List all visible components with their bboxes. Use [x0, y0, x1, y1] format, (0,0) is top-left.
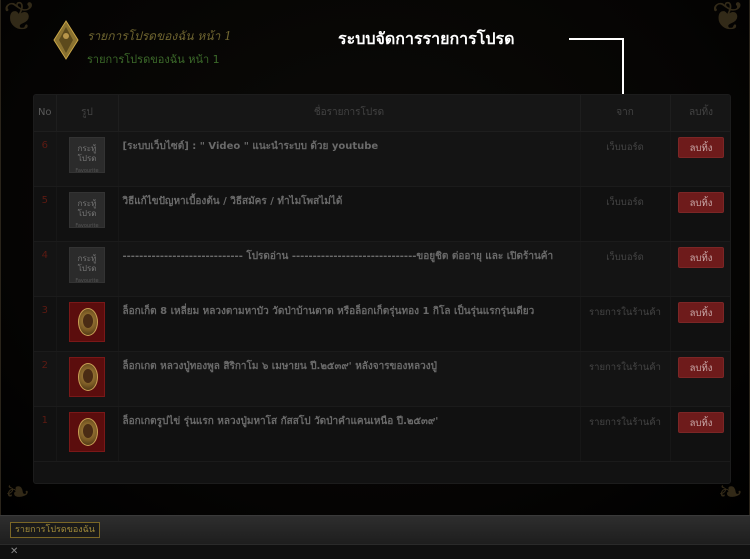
- column-header-name: ชื่อรายการโปรด: [118, 95, 581, 132]
- row-number: 3: [34, 296, 57, 352]
- row-picture: กระทู้โปรดFavourite Topic: [56, 131, 119, 187]
- row-picture: [56, 351, 119, 407]
- amulet-logo-icon: [53, 20, 79, 60]
- row-source: รายการในร้านค้า: [580, 296, 671, 352]
- row-action: ลบทิ้ง: [670, 406, 730, 462]
- table-row: 2 ล็อกเกต หลวงปู่ทองพูล สิริกาโม ๖ เมษาย…: [34, 351, 730, 407]
- row-action: ลบทิ้ง: [670, 296, 730, 352]
- row-title-link[interactable]: วิธีแก้ไขปัญหาเบื้องต้น / วิธีสมัคร / ทำ…: [118, 186, 581, 242]
- favorite-topic-thumbnail[interactable]: กระทู้โปรดFavourite Topic: [69, 246, 105, 283]
- row-title-link[interactable]: [ระบบเว็บไซต์] : " Video " แนะนำระบบ ด้ว…: [118, 131, 581, 187]
- table-row: 3 ล็อกเก็ต 8 เหลี่ยม หลวงตามหาบัว วัดป่า…: [34, 296, 730, 352]
- delete-button[interactable]: ลบทิ้ง: [678, 136, 724, 158]
- annotation-line: [622, 38, 624, 100]
- row-number: 6: [34, 131, 57, 187]
- amulet-thumbnail[interactable]: [69, 356, 105, 397]
- row-picture: กระทู้โปรดFavourite Topic: [56, 241, 119, 297]
- row-source: เว็บบอร์ด: [580, 131, 671, 187]
- close-icon[interactable]: ✕: [10, 546, 18, 557]
- favorites-panel: No รูป ชื่อรายการโปรด จาก ลบทิ้ง 6 กระทู…: [33, 94, 731, 484]
- row-picture: [56, 296, 119, 352]
- row-title-link[interactable]: ล็อกเกต หลวงปู่ทองพูล สิริกาโม ๖ เมษายน …: [118, 351, 581, 407]
- delete-button[interactable]: ลบทิ้ง: [678, 411, 724, 433]
- row-number: 2: [34, 351, 57, 407]
- row-action: ลบทิ้ง: [670, 351, 730, 407]
- annotation-label: ระบบจัดการรายการโปรด: [338, 29, 515, 48]
- favorites-table: No รูป ชื่อรายการโปรด จาก ลบทิ้ง 6 กระทู…: [34, 95, 730, 462]
- table-row: 4 กระทู้โปรดFavourite Topic ------------…: [34, 241, 730, 297]
- page-frame: ❦ ❦ ❧ ❧ รายการโปรดของฉัน หน้า 1 รายการโป…: [0, 0, 750, 515]
- corner-ornament-icon: ❦: [711, 0, 745, 40]
- row-title-link[interactable]: ล็อกเกตรูปไข่ รุ่นแรก หลวงปู่มหาโส กัสสโ…: [118, 406, 581, 462]
- row-action: ลบทิ้ง: [670, 241, 730, 297]
- row-source: เว็บบอร์ด: [580, 186, 671, 242]
- delete-button[interactable]: ลบทิ้ง: [678, 356, 724, 378]
- status-strip: ✕: [0, 544, 750, 559]
- row-number: 1: [34, 406, 57, 462]
- row-number: 5: [34, 186, 57, 242]
- table-row: 6 กระทู้โปรดFavourite Topic [ระบบเว็บไซต…: [34, 131, 730, 187]
- delete-button[interactable]: ลบทิ้ง: [678, 301, 724, 323]
- delete-button[interactable]: ลบทิ้ง: [678, 191, 724, 213]
- column-header-picture: รูป: [56, 95, 119, 132]
- row-action: ลบทิ้ง: [670, 186, 730, 242]
- column-header-source: จาก: [580, 95, 671, 132]
- favorite-topic-thumbnail[interactable]: กระทู้โปรดFavourite Topic: [69, 191, 105, 228]
- delete-button[interactable]: ลบทิ้ง: [678, 246, 724, 268]
- my-favorites-tab[interactable]: รายการโปรดของฉัน: [10, 522, 100, 538]
- corner-ornament-icon: ❧: [5, 475, 31, 510]
- row-action: ลบทิ้ง: [670, 131, 730, 187]
- favorite-topic-thumbnail[interactable]: กระทู้โปรดFavourite Topic: [69, 136, 105, 173]
- row-picture: [56, 406, 119, 462]
- row-title-link[interactable]: ล็อกเก็ต 8 เหลี่ยม หลวงตามหาบัว วัดป่าบ้…: [118, 296, 581, 352]
- amulet-thumbnail[interactable]: [69, 411, 105, 452]
- table-row: 5 กระทู้โปรดFavourite Topic วิธีแก้ไขปัญ…: [34, 186, 730, 242]
- row-source: เว็บบอร์ด: [580, 241, 671, 297]
- row-number: 4: [34, 241, 57, 297]
- amulet-thumbnail[interactable]: [69, 301, 105, 342]
- column-header-delete: ลบทิ้ง: [670, 95, 730, 132]
- row-source: รายการในร้านค้า: [580, 351, 671, 407]
- row-title-link[interactable]: ----------------------------- โปรดอ่าน -…: [118, 241, 581, 297]
- table-header: No รูป ชื่อรายการโปรด จาก ลบทิ้ง: [34, 95, 730, 132]
- page-breadcrumb: รายการโปรดของฉัน หน้า 1: [87, 53, 220, 66]
- annotation-line: [569, 38, 624, 40]
- corner-ornament-icon: ❦: [3, 0, 37, 40]
- table-row: 1 ล็อกเกตรูปไข่ รุ่นแรก หลวงปู่มหาโส กัส…: [34, 406, 730, 462]
- row-picture: กระทู้โปรดFavourite Topic: [56, 186, 119, 242]
- page-title: รายการโปรดของฉัน หน้า 1: [87, 29, 232, 43]
- bottom-toolbar: รายการโปรดของฉัน: [0, 515, 750, 544]
- row-source: รายการในร้านค้า: [580, 406, 671, 462]
- column-header-no: No: [34, 95, 57, 132]
